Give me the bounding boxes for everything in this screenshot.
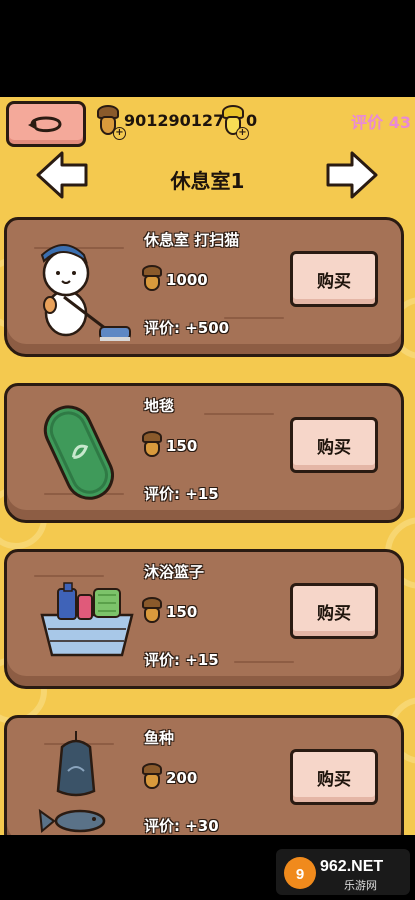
site-watermark: 9 962.NET 乐游网 <box>276 849 410 895</box>
item-rating-bonus: 评价: +15 <box>144 485 219 503</box>
acorn-icon <box>142 597 162 623</box>
back-button[interactable] <box>6 101 86 147</box>
buy-button[interactable]: 购买 <box>290 417 378 473</box>
fish-seed-icon <box>38 731 106 833</box>
shop-screen: + 901290127 + 0 评价 43 休息室1 休息室 打扫猫 1000 … <box>0 97 415 835</box>
return-arrow-icon <box>28 116 62 133</box>
room-navigation: 休息室1 <box>0 149 415 209</box>
watermark-brand: 962.NET <box>320 858 383 875</box>
green-rug-icon <box>43 405 114 500</box>
item-rating-bonus: 评价: +30 <box>144 817 219 835</box>
item-price: 1000 <box>166 271 208 289</box>
shop-item-card: 沐浴篮子 150 评价: +15 购买 <box>4 549 404 689</box>
watermark-sub: 乐游网 <box>344 879 377 892</box>
item-price: 200 <box>166 769 198 787</box>
item-name: 休息室 打扫猫 <box>144 231 240 249</box>
shop-item-card: 休息室 打扫猫 1000 评价: +500 购买 <box>4 217 404 357</box>
item-price: 150 <box>166 437 198 455</box>
acorn-count: 901290127 <box>124 111 225 130</box>
item-name: 鱼种 <box>144 729 175 747</box>
gold-count: 0 <box>246 111 258 130</box>
svg-text:9: 9 <box>296 866 304 883</box>
buy-button[interactable]: 购买 <box>290 583 378 639</box>
acorn-icon <box>142 763 162 789</box>
next-room-arrow-icon[interactable] <box>324 149 380 201</box>
bath-basket-icon <box>40 582 134 657</box>
sweeping-cat-icon <box>40 244 131 341</box>
buy-button[interactable]: 购买 <box>290 749 378 805</box>
shop-item-card: 地毯 150 评价: +15 购买 <box>4 383 404 523</box>
acorn-icon <box>142 265 162 291</box>
buy-button[interactable]: 购买 <box>290 251 378 307</box>
item-name: 沐浴篮子 <box>144 563 205 581</box>
item-name: 地毯 <box>144 397 175 415</box>
item-rating-bonus: 评价: +500 <box>144 319 230 337</box>
top-black-bar <box>0 0 415 97</box>
item-rating-bonus: 评价: +15 <box>144 651 219 669</box>
shop-item-card: 鱼种 200 评价: +30 购买 <box>4 715 404 835</box>
acorn-icon <box>142 431 162 457</box>
rating-label: 评价 43 <box>351 113 411 132</box>
item-price: 150 <box>166 603 198 621</box>
hud: + 901290127 + 0 评价 43 <box>0 97 415 149</box>
